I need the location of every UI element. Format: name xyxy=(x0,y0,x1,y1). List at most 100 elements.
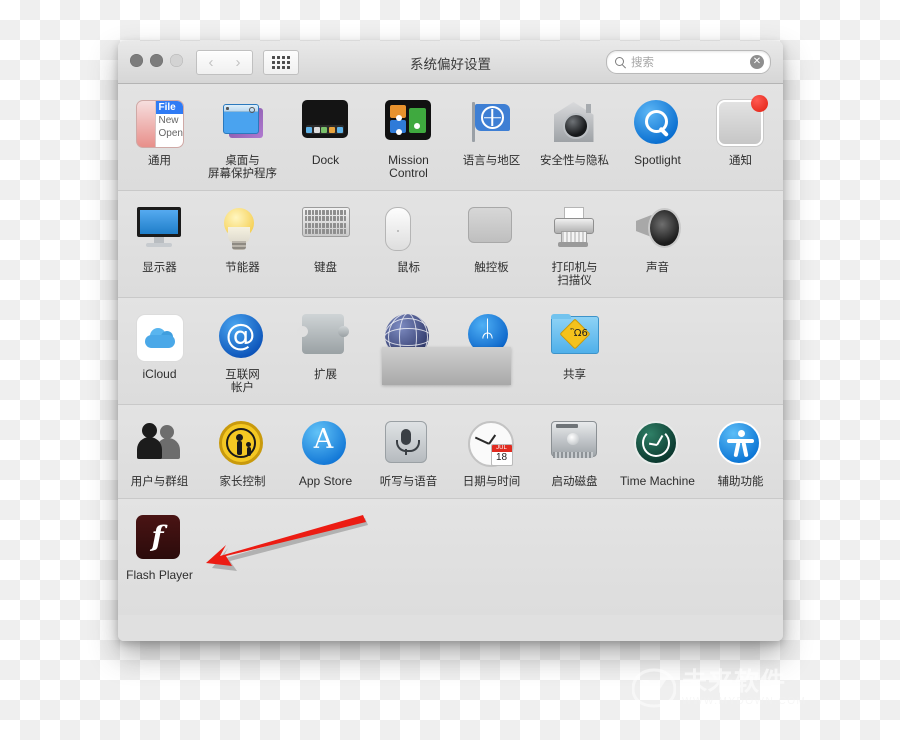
pref-item-parental-controls[interactable]: 家长控制 xyxy=(201,419,284,488)
pref-item-label: 启动磁盘 xyxy=(551,474,598,488)
desktop-screensaver-icon-art xyxy=(219,100,267,144)
displays-icon-art xyxy=(136,207,182,249)
system-preferences-window: ‹ › 系统偏好设置 搜索 ✕ File New Open 通用 桌面与 屏幕保护程序 Do… xyxy=(118,41,783,641)
language-region-icon xyxy=(468,100,516,148)
pref-item-printers-scanners[interactable]: 打印机与 扫描仪 xyxy=(533,205,616,287)
pref-item-label: Flash Player xyxy=(126,568,193,582)
spotlight-icon xyxy=(633,100,682,148)
pref-item-dictation-speech[interactable]: 听写与语音 xyxy=(367,419,450,488)
users-groups-icon xyxy=(136,421,184,469)
internet-accounts-icon: @ xyxy=(218,314,267,362)
mission-control-icon-art xyxy=(384,100,431,140)
app-store-icon-art: A xyxy=(301,421,346,465)
pref-item-label: Mission Control xyxy=(388,153,429,180)
pref-item-general[interactable]: File New Open 通用 xyxy=(118,98,201,180)
sound-icon-art xyxy=(634,207,681,248)
preference-row: f Flash Player xyxy=(118,499,783,615)
pref-item-internet-accounts[interactable]: @ 互联网 帐户 xyxy=(201,312,284,394)
pref-item-spotlight[interactable]: Spotlight xyxy=(616,98,699,180)
pref-item-displays[interactable]: 显示器 xyxy=(118,205,201,287)
pref-item-label: 互联网 帐户 xyxy=(225,367,260,394)
pref-item-app-store[interactable]: A App Store xyxy=(284,419,367,488)
search-placeholder: 搜索 xyxy=(631,55,654,69)
pref-item-users-groups[interactable]: 用户与群组 xyxy=(118,419,201,488)
dock-icon-art xyxy=(301,100,348,138)
pref-item-label: 节能器 xyxy=(225,260,260,274)
extensions-icon xyxy=(296,314,350,362)
pref-item-energy-saver[interactable]: 节能器 xyxy=(201,205,284,287)
pref-item-label: 打印机与 扫描仪 xyxy=(551,260,598,287)
pref-item-keyboard[interactable]: 键盘 xyxy=(284,205,367,287)
icloud-icon xyxy=(135,314,184,362)
window-titlebar: ‹ › 系统偏好设置 搜索 ✕ xyxy=(118,41,783,84)
internet-accounts-icon-art: @ xyxy=(218,314,263,358)
pref-item-trackpad[interactable]: 触控板 xyxy=(450,205,533,287)
pref-item-notifications[interactable]: 通知 xyxy=(699,95,782,180)
pref-item-date-time[interactable]: JUL 18 日期与时间 xyxy=(450,419,533,488)
dictation-speech-icon-art xyxy=(384,421,427,463)
pref-item-icloud[interactable]: iCloud xyxy=(118,312,201,394)
keyboard-icon-art xyxy=(301,207,350,237)
pref-item-time-machine[interactable]: Time Machine xyxy=(616,419,699,488)
spotlight-icon-art xyxy=(633,100,678,144)
pref-item-flash-player[interactable]: f Flash Player xyxy=(118,513,201,605)
pref-item-label: Dock xyxy=(311,153,340,167)
pref-item-label: 家长控制 xyxy=(219,474,266,488)
general-icon-art: File New Open xyxy=(135,100,184,148)
clear-search-icon[interactable]: ✕ xyxy=(750,55,764,69)
pref-item-dock[interactable]: Dock xyxy=(284,98,367,180)
energy-saver-icon xyxy=(219,207,267,255)
preference-row: 用户与群组 家长控制 A App Store 听写与语音 JUL 18 日期与时间 启动磁盘 Ti… xyxy=(118,405,783,499)
trackpad-icon-art xyxy=(467,207,512,243)
pref-item-label: 显示器 xyxy=(142,260,177,274)
mission-control-icon xyxy=(384,100,433,148)
pref-item-desktop-screensaver[interactable]: 桌面与 屏幕保护程序 xyxy=(201,98,284,180)
watermark-main-text: 未来软件 xyxy=(682,666,787,696)
accessibility-icon xyxy=(716,421,765,469)
startup-disk-icon xyxy=(550,421,599,469)
mouse-icon-art xyxy=(384,207,411,251)
pref-item-label: 用户与群组 xyxy=(130,474,189,488)
energy-saver-icon-art xyxy=(219,207,259,253)
sharing-icon: Ὣ6 xyxy=(550,314,599,362)
pref-item-accessibility[interactable]: 辅助功能 xyxy=(699,419,782,488)
preference-row: 显示器 节能器 键盘 鼠标 触控板 打印机与 扫描仪 声音 xyxy=(118,191,783,298)
pref-item-label: 听写与语音 xyxy=(379,474,438,488)
watermark-text: 未来软件 WWW.MYDOWN.COM xyxy=(682,666,806,707)
startup-disk-icon-art xyxy=(550,421,597,459)
extensions-icon-art xyxy=(296,314,349,354)
pref-item-label: 通知 xyxy=(729,153,752,167)
pref-item-label: 鼠标 xyxy=(397,260,420,274)
parental-controls-icon xyxy=(218,421,267,469)
pref-item-language-region[interactable]: 语言与地区 xyxy=(450,98,533,180)
pref-item-sound[interactable]: 声音 xyxy=(616,205,699,287)
pref-item-sharing[interactable]: Ὣ6 共享 xyxy=(533,312,616,394)
flash-player-icon: f xyxy=(135,515,184,563)
pref-item-label: 通用 xyxy=(148,153,171,167)
watermark: 未来软件 WWW.MYDOWN.COM xyxy=(632,660,887,715)
screenshot-canvas: ‹ › 系统偏好设置 搜索 ✕ File New Open 通用 桌面与 屏幕保护程序 Do… xyxy=(0,0,900,740)
security-privacy-icon xyxy=(551,100,599,148)
search-input[interactable]: 搜索 ✕ xyxy=(606,50,771,74)
pref-item-label: 辅助功能 xyxy=(717,474,764,488)
pref-item-mission-control[interactable]: Mission Control xyxy=(367,98,450,180)
pref-item-security-privacy[interactable]: 安全性与隐私 xyxy=(533,98,616,180)
printers-scanners-icon-art xyxy=(551,207,595,251)
notifications-icon xyxy=(716,95,768,148)
date-time-icon-art: JUL 18 xyxy=(467,421,514,467)
preference-row: File New Open 通用 桌面与 屏幕保护程序 Dock Mission Control… xyxy=(118,84,783,191)
pref-item-label: Time Machine xyxy=(620,474,695,488)
time-machine-icon-art xyxy=(633,421,678,465)
search-icon xyxy=(615,56,626,68)
date-time-icon: JUL 18 xyxy=(467,421,516,469)
pref-item-label: 扩展 xyxy=(314,367,337,381)
displays-icon xyxy=(136,207,184,255)
pref-item-mouse[interactable]: 鼠标 xyxy=(367,205,450,287)
pref-item-startup-disk[interactable]: 启动磁盘 xyxy=(533,419,616,488)
users-groups-icon-art xyxy=(136,421,182,461)
dock-icon xyxy=(301,100,350,148)
language-region-icon-art xyxy=(468,100,514,144)
watermark-logo-icon xyxy=(632,667,676,708)
icloud-icon-art xyxy=(135,314,184,362)
pref-item-extensions[interactable]: 扩展 xyxy=(284,312,367,394)
